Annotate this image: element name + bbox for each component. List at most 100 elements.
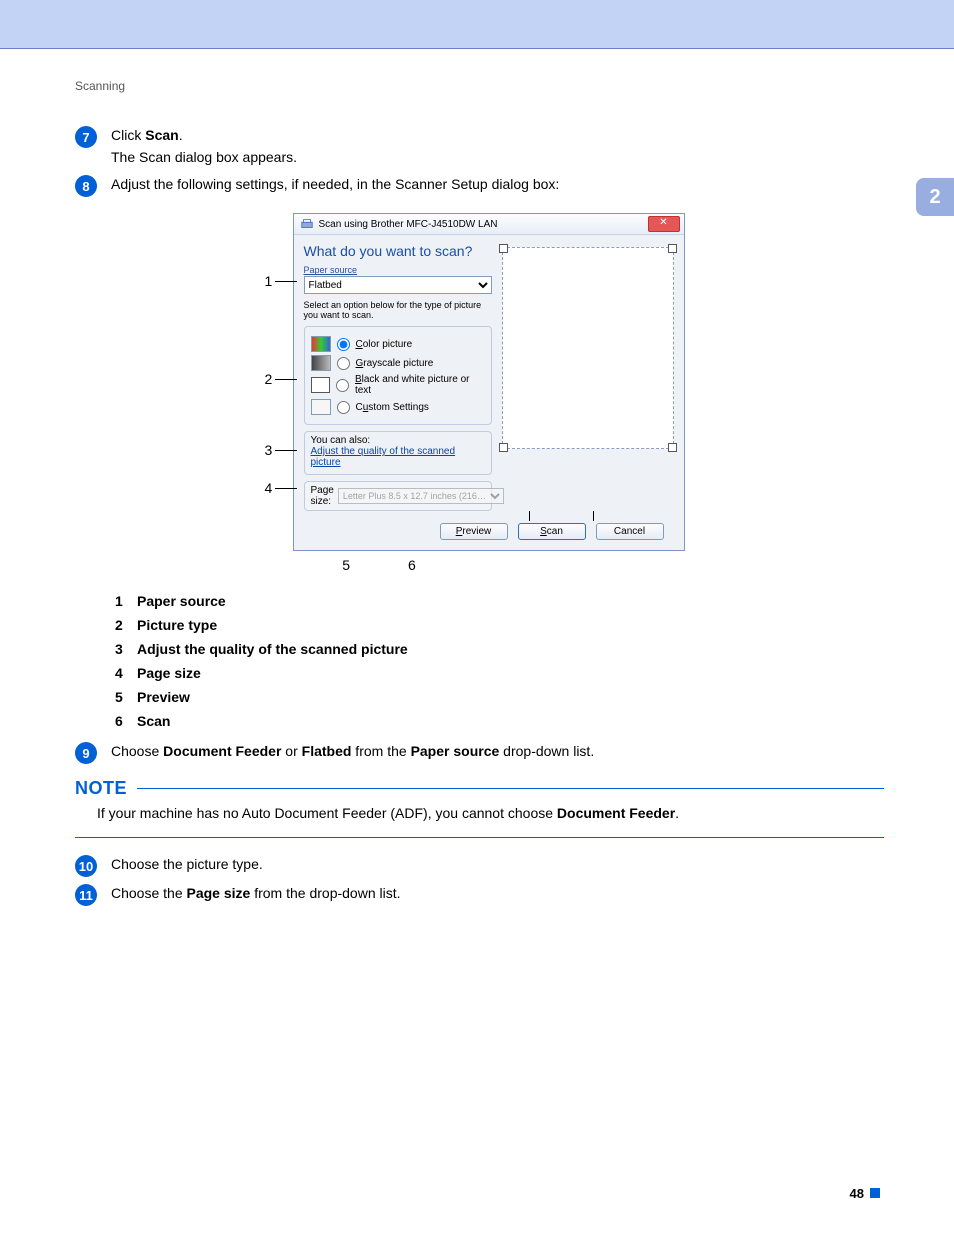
radio-label: Grayscale picture <box>356 358 434 369</box>
t: If your machine has no Auto Document Fee… <box>97 805 557 821</box>
callout-3: 3 <box>265 442 273 458</box>
opt-color[interactable]: CColor pictureolor picture <box>311 336 485 352</box>
callout-4: 4 <box>265 480 273 496</box>
page-number: 48 <box>75 1186 884 1201</box>
scanner-icon <box>300 217 314 231</box>
step-text: Choose Document Feeder or Flatbed from t… <box>111 741 884 763</box>
opt-gray[interactable]: Grayscale picture <box>311 355 485 371</box>
note-rule <box>75 837 884 838</box>
opt-custom[interactable]: Custom Settings <box>311 399 485 415</box>
paper-source-select[interactable]: Flatbed <box>304 276 492 294</box>
radio-label: Custom Settings <box>356 402 429 413</box>
t: Choose the <box>111 885 187 901</box>
step-8: 8 Adjust the following settings, if need… <box>75 174 884 197</box>
note-rule <box>137 788 884 789</box>
crop-handle[interactable] <box>668 443 677 452</box>
t: or <box>281 743 301 759</box>
dialog-heading: What do you want to scan? <box>304 243 492 259</box>
t: Choose <box>111 743 163 759</box>
callout-line <box>529 511 530 521</box>
callout-6: 6 <box>408 557 416 573</box>
gray-icon <box>311 355 331 371</box>
scanner-dialog: Scan using Brother MFC-J4510DW LAN ✕ Wha… <box>293 213 685 551</box>
callout-line <box>275 488 297 489</box>
step-9: 9 Choose Document Feeder or Flatbed from… <box>75 741 884 764</box>
crop-handle[interactable] <box>668 244 677 253</box>
dialog-title: Scan using Brother MFC-J4510DW LAN <box>319 219 498 230</box>
page-size-select[interactable]: Letter Plus 8.5 x 12.7 inches (216… <box>338 488 504 504</box>
callout-line <box>593 511 594 521</box>
step-text: Choose the picture type. <box>111 854 884 876</box>
preview-button[interactable]: Preview <box>440 523 508 540</box>
crop-handle[interactable] <box>499 244 508 253</box>
radio-custom[interactable] <box>337 401 350 414</box>
step-badge: 11 <box>75 884 97 906</box>
step-text: Adjust the following settings, if needed… <box>111 174 884 196</box>
b: Paper source <box>411 743 500 759</box>
callout-line <box>275 450 297 451</box>
also-label: You can also: <box>311 435 485 446</box>
running-header: Scanning <box>75 79 884 93</box>
callout-line <box>275 281 297 282</box>
bw-icon <box>311 377 330 393</box>
step-11: 11 Choose the Page size from the drop-do… <box>75 883 884 906</box>
cancel-button[interactable]: Cancel <box>596 523 664 540</box>
t: from the drop-down list. <box>250 885 400 901</box>
preview-canvas[interactable] <box>502 247 674 449</box>
select-prompt: Select an option below for the type of p… <box>304 300 492 320</box>
step-badge: 8 <box>75 175 97 197</box>
list-item: Page size <box>115 665 884 681</box>
list-item: Preview <box>115 689 884 705</box>
b: Page size <box>187 885 251 901</box>
b: Document Feeder <box>557 805 675 821</box>
picture-type-group: CColor pictureolor picture Grayscale pic… <box>304 326 492 425</box>
list-item: Scan <box>115 713 884 729</box>
step-text: Choose the Page size from the drop-down … <box>111 883 884 905</box>
paper-source-label: Paper source <box>304 265 492 275</box>
step-text: Click Scan. The Scan dialog box appears. <box>111 125 884 168</box>
color-icon <box>311 336 331 352</box>
close-button[interactable]: ✕ <box>648 216 680 232</box>
b: Scan <box>145 127 178 143</box>
top-band <box>0 0 954 49</box>
step-badge: 7 <box>75 126 97 148</box>
step-7: 7 Click Scan. The Scan dialog box appear… <box>75 125 884 168</box>
callout-list: Paper source Picture type Adjust the qua… <box>115 593 884 729</box>
b: Flatbed <box>302 743 352 759</box>
step-badge: 10 <box>75 855 97 877</box>
note-title: NOTE <box>75 778 127 799</box>
t: from the <box>351 743 410 759</box>
adjust-quality-link[interactable]: Adjust the quality of the scanned pictur… <box>311 446 456 468</box>
crop-handle[interactable] <box>499 443 508 452</box>
radio-gray[interactable] <box>337 357 350 370</box>
scan-button[interactable]: Scan <box>518 523 586 540</box>
list-item: Adjust the quality of the scanned pictur… <box>115 641 884 657</box>
note-body: If your machine has no Auto Document Fee… <box>97 803 884 825</box>
callout-5: 5 <box>342 557 350 573</box>
list-item: Paper source <box>115 593 884 609</box>
t: drop-down list. <box>499 743 594 759</box>
radio-label: Black and white picture or text <box>355 374 485 396</box>
list-item: Picture type <box>115 617 884 633</box>
dialog-footer: Preview Scan Cancel <box>294 523 684 550</box>
t: The Scan dialog box appears. <box>111 149 297 165</box>
callout-line <box>275 379 297 380</box>
radio-bw[interactable] <box>336 379 349 392</box>
radio-color[interactable] <box>337 338 350 351</box>
t: Click <box>111 127 145 143</box>
opt-bw[interactable]: Black and white picture or text <box>311 374 485 396</box>
page-size-label: Page size: <box>311 485 334 507</box>
dialog-titlebar: Scan using Brother MFC-J4510DW LAN ✕ <box>294 214 684 235</box>
scanner-dialog-figure: Scan using Brother MFC-J4510DW LAN ✕ Wha… <box>265 213 695 551</box>
step-badge: 9 <box>75 742 97 764</box>
t: . <box>675 805 679 821</box>
callout-1: 1 <box>265 273 273 289</box>
step-10: 10 Choose the picture type. <box>75 854 884 877</box>
note-block: NOTE If your machine has no Auto Documen… <box>75 778 884 838</box>
bottom-callouts: 5 6 <box>103 557 493 573</box>
custom-icon <box>311 399 331 415</box>
callout-2: 2 <box>265 371 273 387</box>
t: . <box>179 127 183 143</box>
radio-label: CColor pictureolor picture <box>356 339 413 350</box>
b: Document Feeder <box>163 743 281 759</box>
